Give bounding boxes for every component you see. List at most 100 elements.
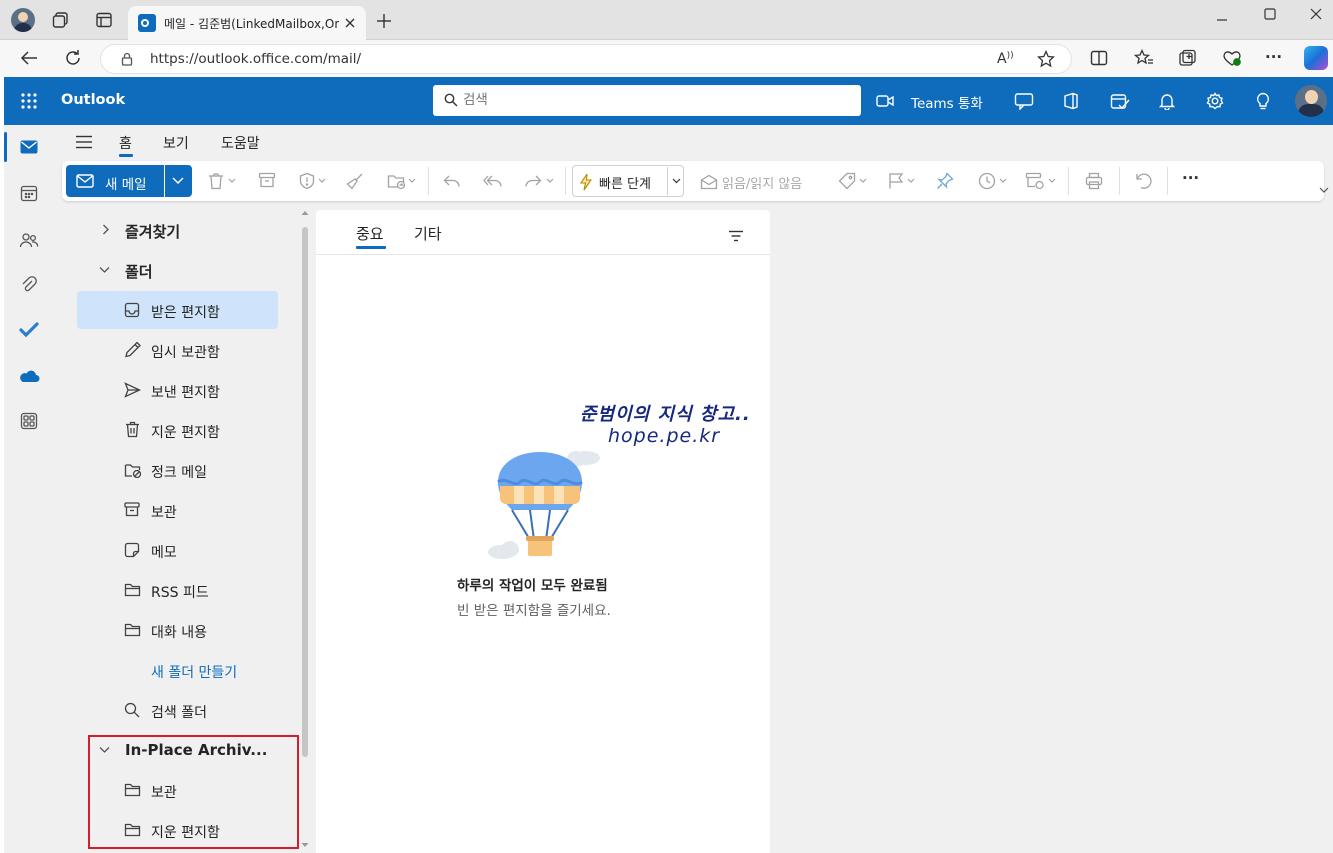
rules-dropdown-icon[interactable] <box>1048 178 1056 183</box>
sweep-broom-icon[interactable] <box>346 172 364 190</box>
lock-icon[interactable] <box>121 52 133 66</box>
settings-gear-icon[interactable] <box>1206 92 1224 110</box>
move-to-folder-icon[interactable] <box>387 172 407 190</box>
read-unread-button[interactable]: 읽음/읽지 않음 <box>722 173 802 192</box>
teams-call-button[interactable]: Teams 통화 <box>911 92 983 112</box>
delete-icon[interactable] <box>208 172 224 190</box>
favorite-star-icon[interactable] <box>1037 50 1055 68</box>
search-input[interactable] <box>463 90 843 110</box>
maximize-window-icon[interactable] <box>1264 8 1276 20</box>
ribbon-tabs: 홈 보기 도움말 <box>54 125 1333 159</box>
close-window-icon[interactable] <box>1310 8 1322 20</box>
folder-sent[interactable]: 보낸 편지함 <box>77 371 278 409</box>
search-box[interactable] <box>433 85 861 116</box>
folder-icon <box>124 583 141 597</box>
minimize-window-icon[interactable] <box>1216 14 1228 26</box>
reply-all-icon[interactable] <box>483 174 503 188</box>
tab-help[interactable]: 도움말 <box>221 133 260 153</box>
browser-menu-icon[interactable]: ··· <box>1265 48 1282 66</box>
notifications-bell-icon[interactable] <box>1158 92 1176 110</box>
envelope-open-icon[interactable] <box>700 174 718 190</box>
tab-actions-icon[interactable] <box>95 11 113 29</box>
reply-icon[interactable] <box>443 174 461 188</box>
office-icon[interactable] <box>1062 92 1080 110</box>
app-launcher-icon[interactable] <box>21 93 37 109</box>
calendar-icon[interactable] <box>20 184 38 202</box>
quick-steps-chevron-icon[interactable] <box>672 178 681 184</box>
favorites-header[interactable]: 즐겨찾기 <box>125 221 180 242</box>
favorites-list-icon[interactable] <box>1134 49 1154 67</box>
browser-essentials-icon[interactable] <box>1222 49 1242 67</box>
filter-icon[interactable] <box>728 230 744 242</box>
tab-view[interactable]: 보기 <box>163 133 189 153</box>
archive-icon[interactable] <box>258 172 276 188</box>
snooze-dropdown-icon[interactable] <box>999 178 1007 183</box>
my-day-icon[interactable] <box>1110 92 1130 110</box>
undo-icon[interactable] <box>1135 172 1153 190</box>
folder-drafts[interactable]: 임시 보관함 <box>77 331 278 369</box>
address-field[interactable]: https://outlook.office.com/mail/ A)) <box>100 44 1072 74</box>
folder-deleted[interactable]: 지운 편지함 <box>77 411 278 449</box>
move-dropdown-icon[interactable] <box>408 178 416 183</box>
attachment-paperclip-icon[interactable] <box>21 276 37 294</box>
refresh-icon[interactable] <box>64 49 82 67</box>
back-arrow-icon[interactable] <box>20 50 38 66</box>
chevron-down-icon[interactable] <box>99 266 110 273</box>
workspaces-icon[interactable] <box>52 11 70 29</box>
chat-icon[interactable] <box>1014 92 1034 110</box>
folder-rss[interactable]: RSS 피드 <box>77 571 278 609</box>
folder-notes[interactable]: 메모 <box>77 531 278 569</box>
folder-junk[interactable]: 정크 메일 <box>77 451 278 489</box>
tab-other[interactable]: 기타 <box>414 223 442 244</box>
quick-steps-button[interactable]: 빠른 단계 <box>572 165 684 197</box>
new-mail-dropdown-button[interactable] <box>165 165 192 197</box>
scroll-down-arrow-icon[interactable] <box>301 842 309 848</box>
video-call-icon[interactable] <box>876 94 894 108</box>
user-avatar[interactable] <box>1295 85 1327 117</box>
folder-pane-scrollbar[interactable] <box>302 227 308 757</box>
folder-search-folders[interactable]: 검색 폴더 <box>77 691 278 729</box>
more-apps-icon[interactable] <box>20 412 38 430</box>
copilot-icon[interactable] <box>1304 46 1328 70</box>
folder-archive[interactable]: 보관 <box>77 491 278 529</box>
report-dropdown-icon[interactable] <box>318 178 326 183</box>
folder-conversation-history[interactable]: 대화 내용 <box>77 611 278 649</box>
people-icon[interactable] <box>19 231 39 249</box>
tag-dropdown-icon[interactable] <box>859 178 867 183</box>
forward-icon[interactable] <box>524 174 542 188</box>
flag-icon[interactable] <box>888 172 904 190</box>
more-options-button[interactable]: ··· <box>1182 169 1199 187</box>
flag-dropdown-icon[interactable] <box>907 178 915 183</box>
browser-tab-outlook[interactable]: 메일 - 김준범(LinkedMailbox,Onl <box>128 6 366 40</box>
folders-header[interactable]: 폴더 <box>125 261 153 282</box>
delete-dropdown-icon[interactable] <box>228 178 236 183</box>
tab-home-underline <box>119 154 133 157</box>
hamburger-menu-icon[interactable] <box>75 135 93 149</box>
new-mail-button[interactable]: 새 메일 <box>66 165 164 197</box>
chevron-right-icon[interactable] <box>102 224 109 235</box>
tab-home[interactable]: 홈 <box>119 133 132 153</box>
rules-icon[interactable] <box>1025 172 1045 190</box>
split-screen-icon[interactable] <box>1090 50 1108 66</box>
read-aloud-icon[interactable]: A)) <box>997 51 1014 67</box>
onedrive-cloud-icon[interactable] <box>18 369 40 383</box>
tips-lightbulb-icon[interactable] <box>1255 92 1271 110</box>
new-tab-icon[interactable] <box>376 13 392 29</box>
forward-dropdown-icon[interactable] <box>546 178 554 183</box>
collections-icon[interactable] <box>1178 49 1198 67</box>
mail-icon[interactable] <box>20 140 38 154</box>
todo-check-icon[interactable] <box>19 322 39 338</box>
new-folder-link[interactable]: 새 폴더 만들기 <box>151 662 237 682</box>
tab-focused[interactable]: 중요 <box>356 223 384 244</box>
snooze-clock-icon[interactable] <box>978 172 996 190</box>
folder-inbox[interactable]: 받은 편지함 <box>77 291 278 329</box>
app-name[interactable]: Outlook <box>61 92 125 108</box>
pin-icon[interactable] <box>936 172 954 190</box>
report-shield-icon[interactable] <box>299 172 315 190</box>
close-tab-icon[interactable] <box>344 17 356 29</box>
profile-avatar[interactable] <box>11 8 35 32</box>
scroll-up-arrow-icon[interactable] <box>301 210 309 216</box>
ribbon-expand-chevron-icon[interactable] <box>1319 187 1329 193</box>
tag-icon[interactable] <box>838 172 856 190</box>
print-icon[interactable] <box>1085 172 1103 190</box>
